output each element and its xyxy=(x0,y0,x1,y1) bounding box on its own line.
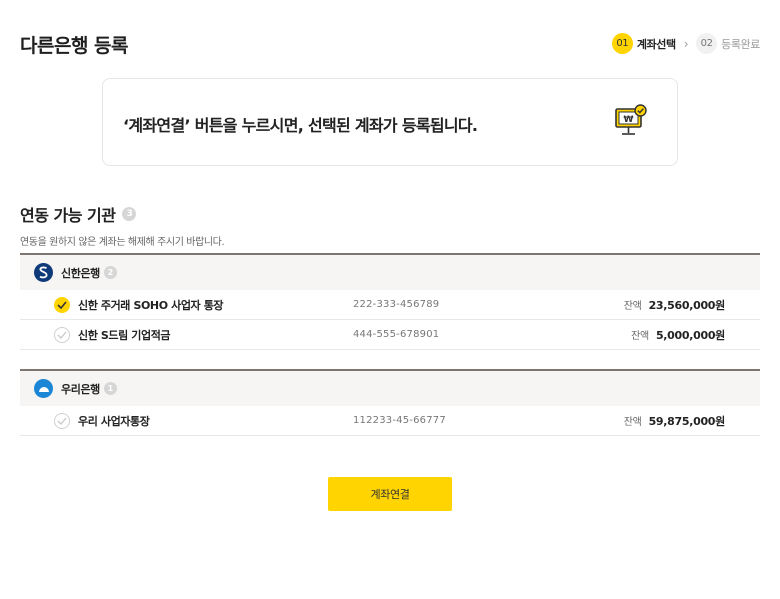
account-name: 신한 S드림 기업적금 xyxy=(78,328,171,342)
woori-logo-icon xyxy=(34,379,53,398)
bank-group-shinhan: 신한은행 2 신한 주거래 SOHO 사업자 통장 222-333-456789… xyxy=(20,253,760,350)
institution-count-badge: 3 xyxy=(122,207,137,221)
svg-text:₩: ₩ xyxy=(624,115,634,125)
notice-text: ‘계좌연결’ 버튼을 누르시면, 선택된 계좌가 등록됩니다. xyxy=(123,116,478,135)
account-balance: 잔액 59,875,000원 xyxy=(623,413,726,429)
step-2-label: 등록완료 xyxy=(721,37,760,51)
page-title: 다른은행 등록 xyxy=(20,35,129,57)
balance-amount: 23,560,000원 xyxy=(648,298,726,312)
bank-name: 신한은행 xyxy=(61,266,100,280)
account-checkbox-unchecked[interactable] xyxy=(54,327,70,343)
account-row[interactable]: 신한 S드림 기업적금 444-555-678901 잔액 5,000,000원 xyxy=(20,320,760,350)
connect-account-button[interactable]: 계좌연결 xyxy=(328,477,452,511)
step-indicator: 01 계좌선택 › 02 등록완료 xyxy=(611,33,760,54)
account-number: 444-555-678901 xyxy=(353,329,440,340)
account-checkbox-unchecked[interactable] xyxy=(54,413,70,429)
step-1-label: 계좌선택 xyxy=(636,37,676,51)
bank-header: 우리은행 1 xyxy=(20,371,760,406)
bank-name: 우리은행 xyxy=(61,382,100,396)
chevron-right-icon: › xyxy=(683,36,689,51)
balance-label: 잔액 xyxy=(623,416,642,428)
account-row[interactable]: 신한 주거래 SOHO 사업자 통장 222-333-456789 잔액 23,… xyxy=(20,290,760,320)
account-number: 112233-45-66777 xyxy=(353,415,446,426)
step-1-number: 01 xyxy=(611,33,633,54)
account-balance: 잔액 5,000,000원 xyxy=(631,327,725,343)
account-row[interactable]: 우리 사업자통장 112233-45-66777 잔액 59,875,000원 xyxy=(20,406,760,436)
bank-header: 신한은행 2 xyxy=(20,255,760,290)
balance-label: 잔액 xyxy=(623,300,642,312)
account-balance: 잔액 23,560,000원 xyxy=(623,297,726,313)
account-name: 우리 사업자통장 xyxy=(78,414,150,428)
monitor-won-check-icon: ₩ xyxy=(615,104,647,135)
balance-amount: 59,875,000원 xyxy=(648,414,726,428)
balance-label: 잔액 xyxy=(631,330,649,342)
account-name: 신한 주거래 SOHO 사업자 통장 xyxy=(78,298,224,312)
step-2-number: 02 xyxy=(696,33,718,54)
account-count-badge: 2 xyxy=(103,266,117,279)
account-number: 222-333-456789 xyxy=(353,299,440,310)
section-title-text: 연동 가능 기관 xyxy=(20,206,116,225)
balance-amount: 5,000,000원 xyxy=(655,328,725,342)
notice-box: ‘계좌연결’ 버튼을 누르시면, 선택된 계좌가 등록됩니다. ₩ xyxy=(102,78,678,166)
account-count-badge: 1 xyxy=(103,382,117,395)
section-description: 연동을 원하지 않은 계좌는 해제해 주시기 바랍니다. xyxy=(20,237,225,248)
section-title: 연동 가능 기관 3 xyxy=(20,202,137,226)
bank-group-woori: 우리은행 1 우리 사업자통장 112233-45-66777 잔액 59,87… xyxy=(20,369,760,436)
account-checkbox-checked[interactable] xyxy=(54,297,70,313)
shinhan-logo-icon xyxy=(34,263,53,282)
